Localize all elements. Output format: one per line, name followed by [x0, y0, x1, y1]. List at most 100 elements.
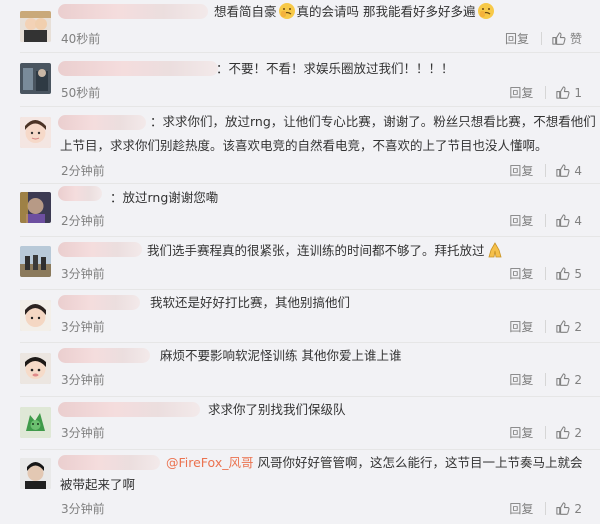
like-count: 5 [574, 266, 582, 281]
comment-actions: 回复 1 [509, 84, 582, 101]
comment-time: 3分钟前 [61, 320, 105, 334]
comment-text: 想看简自豪 真的会请吗 那我能看好多好多遍 [214, 0, 496, 24]
reply-button[interactable]: 回复 [509, 371, 533, 388]
like-button[interactable]: 赞 [551, 30, 582, 47]
like-label: 赞 [569, 32, 582, 46]
reply-button[interactable]: 回复 [509, 265, 533, 282]
comment-actions: 回复 2 [509, 318, 582, 335]
thumbs-up-icon [556, 267, 570, 280]
thumbs-up-icon [556, 164, 570, 177]
comment-actions: 回复 2 [509, 371, 582, 388]
facepalm-emoji-icon [278, 3, 295, 19]
like-button[interactable]: 2 [555, 501, 582, 516]
separator [545, 86, 547, 99]
comment-text: ：放过rng谢谢您嘞 [110, 190, 219, 205]
avatar[interactable] [20, 192, 51, 223]
username-blurred[interactable] [58, 402, 200, 417]
separator [545, 320, 547, 333]
comment-item: 麻烦不要影响软泥怪训练 其他你爱上谁上谁 3分钟前 回复 2 [0, 343, 600, 397]
like-count: 1 [574, 85, 582, 100]
reply-button[interactable]: 回复 [505, 30, 529, 47]
avatar[interactable] [20, 63, 51, 94]
separator [545, 426, 547, 439]
comment-time: 50秒前 [61, 86, 101, 100]
separator [540, 32, 542, 45]
avatar[interactable] [20, 407, 51, 438]
comment-actions: 回复 4 [509, 212, 582, 229]
comment-actions: 回复 5 [509, 265, 582, 282]
comment-time: 40秒前 [61, 32, 101, 46]
comment-actions: 回复 赞 [505, 30, 582, 47]
like-button[interactable]: 4 [555, 163, 582, 178]
like-count: 2 [574, 372, 582, 387]
comment-actions: 回复 4 [509, 162, 582, 179]
username-blurred[interactable] [58, 455, 160, 470]
separator [545, 214, 547, 227]
avatar[interactable] [20, 300, 51, 331]
like-button[interactable]: 5 [555, 266, 582, 281]
comment-time: 3分钟前 [61, 502, 105, 516]
avatar[interactable] [20, 246, 51, 277]
like-count: 4 [574, 213, 582, 228]
comment-actions: 回复 2 [509, 500, 582, 517]
comment-text-line: ：求求你们，放过rng，让他们专心比赛，谢谢了。粉丝只想看比赛，不想看他们 [150, 114, 596, 129]
reply-button[interactable]: 回复 [509, 500, 533, 517]
comment-item: 我们选手赛程真的很紧张，连训练的时间都不够了。拜托放过 3分钟前 回复 5 [0, 237, 600, 290]
comment-text-line: @FireFox_风哥 风哥你好好管管啊，这怎么能行，这节目一上节奏马上就会 [166, 451, 582, 475]
like-button[interactable]: 2 [555, 319, 582, 334]
reply-button[interactable]: 回复 [509, 318, 533, 335]
username-blurred[interactable] [58, 348, 150, 363]
comment-time: 3分钟前 [61, 373, 105, 387]
comment-text-part: 想看简自豪 [214, 4, 277, 19]
like-count: 2 [574, 425, 582, 440]
username-blurred[interactable] [58, 186, 102, 201]
comment-text: 我软还是好好打比赛，其他别搞他们 [150, 295, 351, 310]
reply-button[interactable]: 回复 [509, 162, 533, 179]
comment-time: 3分钟前 [61, 426, 105, 440]
thumbs-up-icon [556, 502, 570, 515]
reply-button[interactable]: 回复 [509, 424, 533, 441]
folded-hands-emoji-icon [487, 242, 502, 258]
separator [545, 267, 547, 280]
comment-text: 求求你了别找我们保级队 [208, 402, 346, 417]
like-button[interactable]: 2 [555, 425, 582, 440]
like-button[interactable]: 4 [555, 213, 582, 228]
comment-text-line: 被带起来了啊 [60, 477, 136, 492]
comment-item: ：求求你们，放过rng，让他们专心比赛，谢谢了。粉丝只想看比赛，不想看他们 上节… [0, 107, 600, 184]
thumbs-up-icon [556, 214, 570, 227]
like-button[interactable]: 1 [555, 85, 582, 100]
username-blurred[interactable] [58, 61, 218, 76]
comment-text: 麻烦不要影响软泥怪训练 其他你爱上谁上谁 [160, 348, 402, 363]
separator [545, 373, 547, 386]
like-button[interactable]: 2 [555, 372, 582, 387]
comment-text-part: 风哥你好好管管啊，这怎么能行，这节目一上节奏马上就会 [253, 455, 583, 470]
avatar[interactable] [20, 458, 51, 489]
avatar[interactable] [20, 353, 51, 384]
username-blurred[interactable] [58, 4, 208, 19]
comment-actions: 回复 2 [509, 424, 582, 441]
separator [545, 164, 547, 177]
thumbs-up-icon [556, 426, 570, 439]
separator [545, 502, 547, 515]
comment-text-part: 真的会请吗 那我能看好多好多遍 [296, 4, 476, 19]
username-blurred[interactable] [58, 295, 140, 310]
facepalm-emoji-icon [477, 3, 494, 19]
comment-item: ：不要！不看！求娱乐圈放过我们！！！！ 50秒前 回复 1 [0, 53, 600, 107]
avatar[interactable] [20, 117, 51, 148]
reply-button[interactable]: 回复 [509, 212, 533, 229]
comment-text-part: 我们选手赛程真的很紧张，连训练的时间都不够了。拜托放过 [147, 243, 485, 258]
comment-text: 我们选手赛程真的很紧张，连训练的时间都不够了。拜托放过 [147, 239, 505, 263]
reply-button[interactable]: 回复 [509, 84, 533, 101]
comment-item: 我软还是好好打比赛，其他别搞他们 3分钟前 回复 2 [0, 290, 600, 343]
comment-item: 想看简自豪 真的会请吗 那我能看好多好多遍 40秒前 回复 赞 [0, 0, 600, 53]
avatar[interactable] [20, 11, 51, 42]
username-blurred[interactable] [58, 115, 146, 130]
comment-time: 2分钟前 [61, 214, 105, 228]
like-count: 4 [574, 163, 582, 178]
thumbs-up-icon [556, 320, 570, 333]
username-blurred[interactable] [58, 242, 142, 257]
thumbs-up-icon [552, 32, 566, 45]
comment-time: 3分钟前 [61, 267, 105, 281]
mention-link[interactable]: @FireFox_风哥 [166, 455, 253, 470]
like-count: 2 [574, 501, 582, 516]
